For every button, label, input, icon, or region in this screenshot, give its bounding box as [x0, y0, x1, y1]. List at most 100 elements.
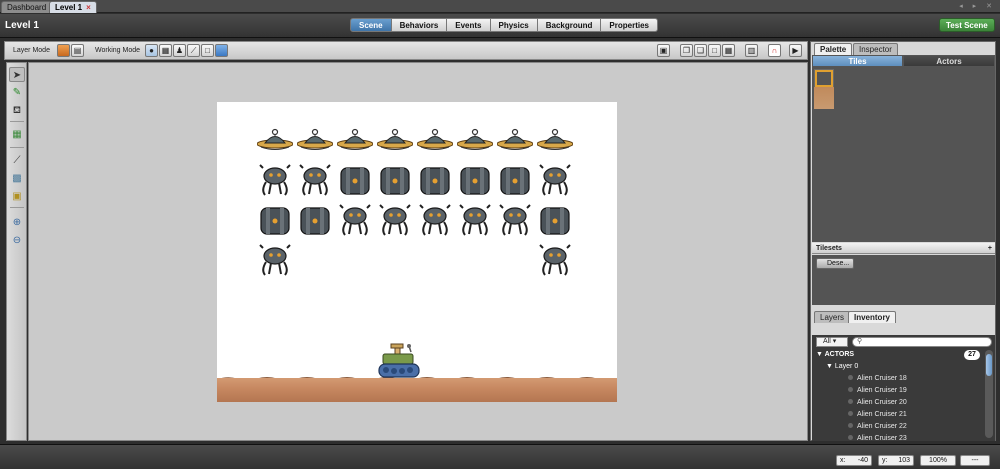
grid-icon[interactable]: ▦	[722, 44, 735, 57]
tab-dashboard-label: Dashboard	[7, 3, 47, 12]
play-icon[interactable]: ▶	[789, 44, 802, 57]
alien-pod-actor[interactable]	[297, 204, 333, 236]
alien-cruiser-actor[interactable]	[377, 124, 413, 156]
inventory-item-label: Alien Cruiser 22	[857, 423, 907, 430]
line-tool-icon[interactable]: ⟋	[9, 153, 25, 168]
alien-crab-actor[interactable]	[537, 164, 573, 196]
actor-dot-icon	[848, 423, 853, 428]
mode-background[interactable]: Background	[537, 18, 602, 32]
color-swatch-icon[interactable]	[215, 44, 228, 57]
scene-canvas[interactable]	[217, 102, 617, 402]
inventory-item[interactable]: Alien Cruiser 23	[848, 435, 907, 441]
alien-crab-actor[interactable]	[497, 204, 533, 236]
inventory-scroll-thumb[interactable]	[986, 354, 992, 376]
alien-crab-actor[interactable]	[417, 204, 453, 236]
region-tool-icon[interactable]: ▣	[9, 189, 25, 204]
alien-cruiser-actor[interactable]	[257, 124, 293, 156]
layers-merge-icon[interactable]: ❑	[694, 44, 707, 57]
mode-properties[interactable]: Properties	[601, 18, 658, 32]
inventory-item[interactable]: Alien Cruiser 21	[848, 411, 907, 418]
magnet-icon[interactable]: ∩	[768, 44, 781, 57]
alien-crab-actor[interactable]	[457, 204, 493, 236]
subtab-actors[interactable]: Actors	[903, 55, 995, 67]
region-icon[interactable]: □	[201, 44, 214, 57]
tilesets-label: Tilesets	[816, 245, 842, 252]
alien-crab-actor[interactable]	[377, 204, 413, 236]
scene-toolbar: Layer Mode ▤ Working Mode ● ▦ ♟ ⟋ □ ▣ ❐ …	[4, 41, 808, 60]
search-icon: ⚲	[857, 338, 863, 345]
select-arrow-icon[interactable]: ➤	[9, 67, 25, 82]
inventory-item-label: Alien Cruiser 18	[857, 375, 907, 382]
alien-crab-actor[interactable]	[297, 164, 333, 196]
pencil-icon[interactable]: ✎	[9, 85, 25, 100]
test-scene-button[interactable]: Test Scene	[939, 18, 995, 32]
alien-cruiser-actor[interactable]	[297, 124, 333, 156]
alien-crab-actor[interactable]	[337, 204, 373, 236]
alien-pod-actor[interactable]	[537, 204, 573, 236]
alien-cruiser-actor[interactable]	[457, 124, 493, 156]
tab-inventory[interactable]: Inventory	[848, 311, 897, 323]
alien-crab-actor[interactable]	[257, 164, 293, 196]
zoom-level: 100%	[920, 455, 956, 466]
tile-grid-icon[interactable]: ▦	[9, 127, 25, 142]
wand-icon[interactable]: ⟋	[187, 44, 200, 57]
alien-crab-actor[interactable]	[257, 244, 293, 276]
tab-level-1-label: Level 1	[55, 3, 83, 12]
window-controls[interactable]: ◂ ▸ ✕	[959, 2, 996, 10]
layer-mode-single-button[interactable]	[57, 44, 70, 57]
layers-stack-icon[interactable]: ❐	[680, 44, 693, 57]
close-tab-icon[interactable]: ×	[86, 3, 91, 12]
layer-0-node[interactable]: ▼ Layer 0	[826, 363, 858, 370]
player-tank[interactable]	[377, 342, 421, 380]
alien-pod-actor[interactable]	[377, 164, 413, 196]
zoom-out-icon[interactable]: ⊖	[9, 233, 25, 248]
alien-pod-actor[interactable]	[417, 164, 453, 196]
alien-pod-actor[interactable]	[457, 164, 493, 196]
tab-dashboard[interactable]: Dashboard	[1, 1, 53, 13]
tiles-grid[interactable]	[812, 67, 995, 242]
tab-layers[interactable]: Layers	[814, 311, 851, 323]
selected-tile[interactable]	[815, 70, 833, 87]
inventory-search-input[interactable]: ⚲	[852, 337, 992, 347]
alien-crab-actor[interactable]	[537, 244, 573, 276]
x-coordinate: x: -40	[836, 455, 872, 466]
mode-behaviors[interactable]: Behaviors	[391, 18, 448, 32]
tab-palette[interactable]: Palette	[814, 43, 853, 55]
inventory-item[interactable]: Alien Cruiser 20	[848, 399, 907, 406]
zoom-in-icon[interactable]: ⊕	[9, 215, 25, 230]
camera-icon[interactable]: ▣	[657, 44, 670, 57]
mode-scene[interactable]: Scene	[350, 18, 392, 32]
mode-events[interactable]: Events	[447, 18, 491, 32]
inventory-item[interactable]: Alien Cruiser 22	[848, 423, 907, 430]
fill-bucket-icon[interactable]: ⛾	[9, 103, 25, 118]
subtab-tiles[interactable]: Tiles	[812, 55, 903, 67]
frame-icon[interactable]: □	[708, 44, 721, 57]
actor-mode-icon[interactable]: ●	[145, 44, 158, 57]
tab-level-1[interactable]: Level 1 ×	[49, 1, 97, 13]
actor-dot-icon	[848, 435, 853, 440]
scene-title: Level 1	[5, 20, 39, 31]
inventory-item[interactable]: Alien Cruiser 18	[848, 375, 907, 382]
inventory-item[interactable]: Alien Cruiser 19	[848, 387, 907, 394]
person-icon[interactable]: ♟	[173, 44, 186, 57]
tileset-button[interactable]: Dese...	[816, 258, 854, 269]
alien-pod-actor[interactable]	[257, 204, 293, 236]
layer-mode-all-button[interactable]: ▤	[71, 44, 84, 57]
mode-switcher: Scene Behaviors Events Physics Backgroun…	[350, 18, 658, 32]
tab-inspector[interactable]: Inspector	[853, 43, 898, 55]
alien-pod-actor[interactable]	[497, 164, 533, 196]
alien-cruiser-actor[interactable]	[417, 124, 453, 156]
alien-pod-actor[interactable]	[337, 164, 373, 196]
add-tileset-button[interactable]: +	[988, 243, 992, 254]
alien-cruiser-actor[interactable]	[337, 124, 373, 156]
tile-mode-icon[interactable]: ▦	[159, 44, 172, 57]
mode-physics[interactable]: Physics	[490, 18, 538, 32]
alien-cruiser-actor[interactable]	[497, 124, 533, 156]
actor-dot-icon	[848, 387, 853, 392]
grid-dense-icon[interactable]: ▥	[745, 44, 758, 57]
alien-cruiser-actor[interactable]	[537, 124, 573, 156]
actors-heading[interactable]: ▼ ACTORS	[816, 351, 854, 358]
inventory-item-label: Alien Cruiser 19	[857, 387, 907, 394]
filter-dropdown[interactable]: All ▾	[816, 337, 848, 347]
image-tool-icon[interactable]: ▩	[9, 171, 25, 186]
